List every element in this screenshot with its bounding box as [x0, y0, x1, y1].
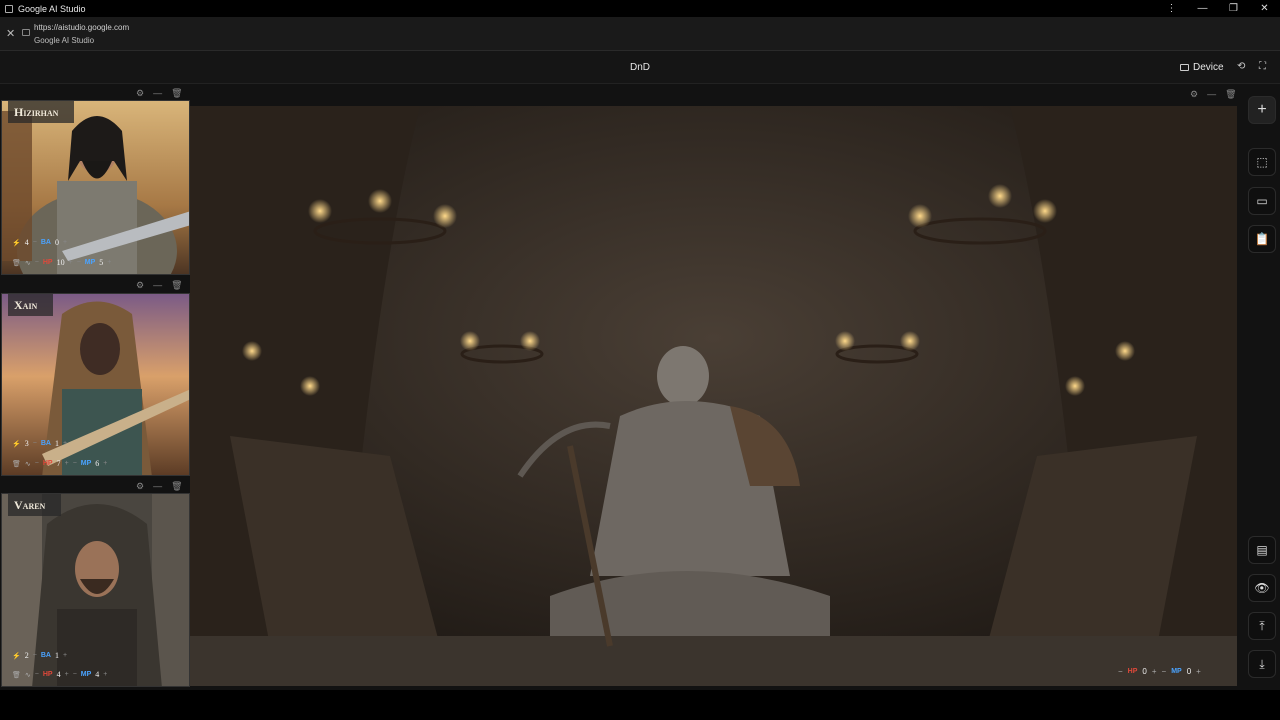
add-icon[interactable]: + — [1248, 96, 1276, 124]
site-settings-icon[interactable] — [22, 29, 30, 36]
window-titlebar: Google AI Studio ⋮ — ❐ ✕ — [0, 0, 1280, 17]
refresh-icon[interactable]: ⟲ — [1237, 61, 1245, 72]
clipboard-icon[interactable]: 📋 — [1248, 225, 1276, 253]
browser-url-bar: ✕ https://aistudio.google.com Google AI … — [0, 17, 1280, 51]
panel-icon[interactable]: ▤ — [1248, 536, 1276, 564]
monitor-icon — [1180, 64, 1189, 71]
fullscreen-icon[interactable]: ⛶ — [1259, 61, 1266, 72]
restore-button[interactable]: ❐ — [1218, 3, 1249, 14]
upload-icon[interactable]: ⤒ — [1248, 612, 1276, 640]
right-rail: + ⬚ ▭ 📋 ▤ 👁 ⤒ ⤓ — [1245, 84, 1280, 690]
url-text[interactable]: https://aistudio.google.com — [34, 23, 129, 32]
tablet-icon[interactable]: ▭ — [1248, 187, 1276, 215]
device-button[interactable]: Device — [1180, 62, 1224, 73]
app-header: DnD Device ⟲ ⛶ — [0, 51, 1280, 84]
more-options-icon[interactable]: ⋮ — [1156, 3, 1187, 14]
minimize-button[interactable]: — — [1187, 3, 1218, 14]
window-title: Google AI Studio — [18, 3, 86, 14]
select-region-icon[interactable]: ⬚ — [1248, 148, 1276, 176]
device-label: Device — [1193, 62, 1224, 73]
close-icon[interactable]: ✕ — [6, 27, 15, 40]
page-title: DnD — [629, 62, 650, 73]
site-title: Google AI Studio — [34, 36, 95, 45]
app-icon — [5, 4, 13, 13]
download-icon[interactable]: ⤓ — [1248, 650, 1276, 678]
window-controls: ⋮ — ❐ ✕ — [1156, 0, 1280, 17]
eye-icon[interactable]: 👁 — [1248, 574, 1276, 602]
bottom-strip — [0, 690, 1280, 720]
right-rail-area: + ⬚ ▭ 📋 ▤ 👁 ⤒ ⤓ — [0, 84, 1280, 690]
close-window-button[interactable]: ✕ — [1249, 3, 1280, 14]
